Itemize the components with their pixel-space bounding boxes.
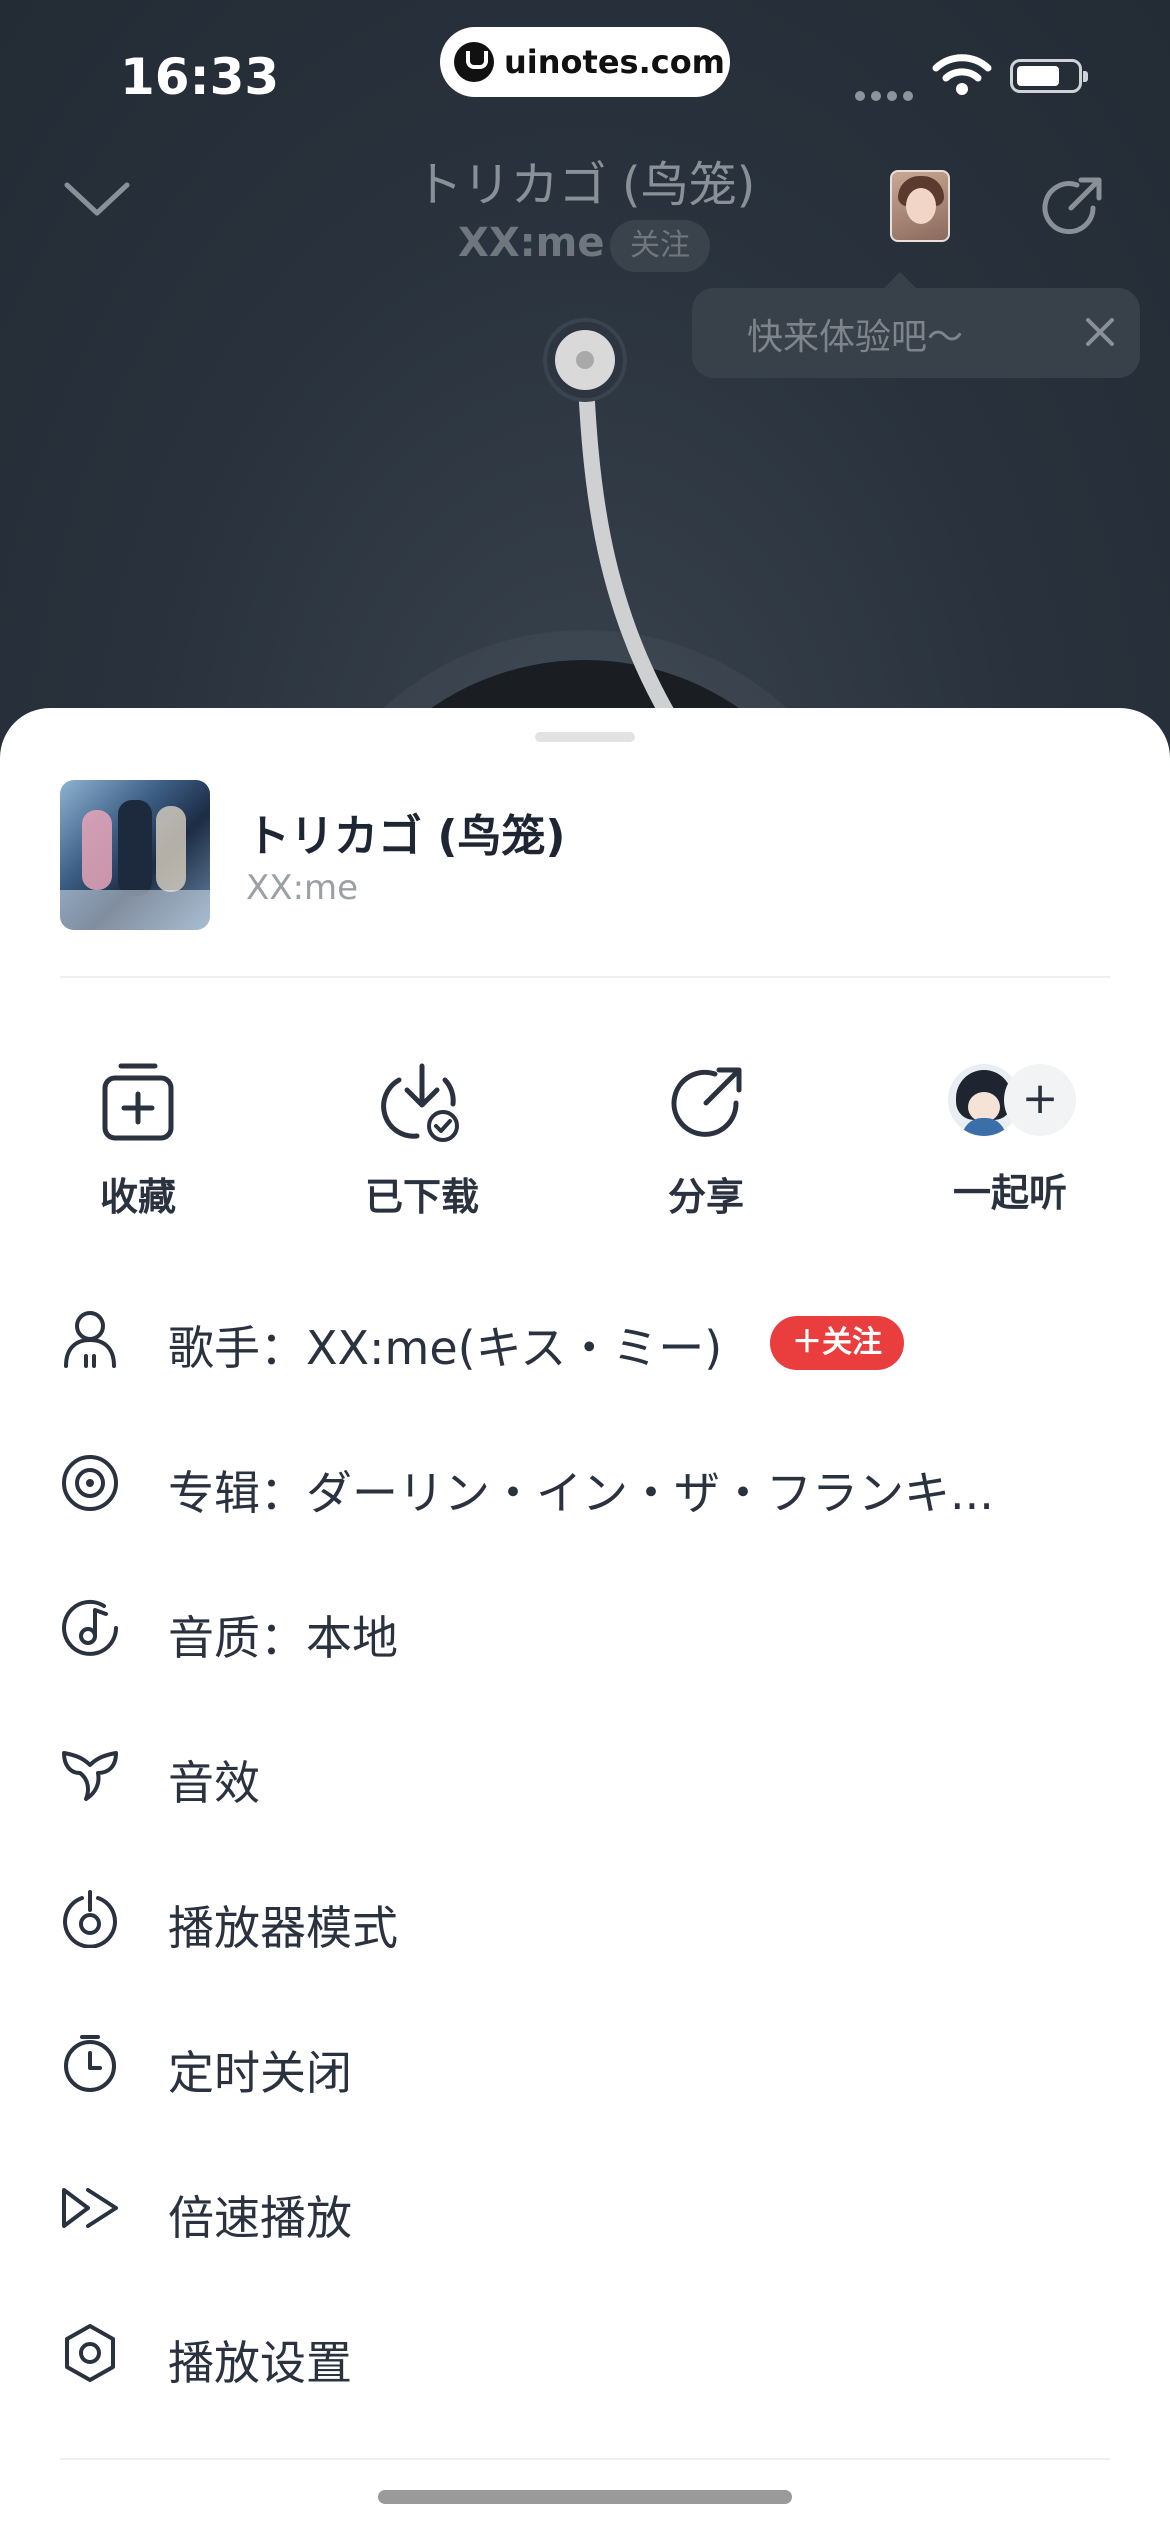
player-mode-icon [63, 1890, 117, 1948]
status-time: 16:33 [120, 48, 280, 106]
watermark: uinotes.com [440, 27, 730, 97]
battery-icon [1010, 59, 1088, 93]
menu-item-album[interactable]: 专辑：ダーリン・イン・ザ・フランキ... [0, 1433, 1170, 1533]
signal-icon [855, 86, 919, 105]
player-artist[interactable]: XX:me [458, 220, 604, 266]
wifi-icon [932, 54, 992, 95]
listen-together-button[interactable]: + 一起听 [910, 1058, 1110, 1217]
menu-item-sleep-timer[interactable]: 定时关闭 [0, 2013, 1170, 2113]
more-options-sheet: トリカゴ (鸟笼) XX:me 收藏 已下载 分享 + 一起听 歌手：XX:me… [0, 708, 1170, 2532]
menu-item-player-mode[interactable]: 播放器模式 [0, 1868, 1170, 1968]
tooltip-text: 快来体验吧～ [747, 317, 964, 358]
player-song-title: トリカゴ (鸟笼) [414, 157, 756, 213]
menu-item-label: 定时关闭 [168, 2046, 352, 2100]
divider [60, 2458, 1110, 2460]
downloaded-icon [381, 1063, 459, 1142]
live-avatar[interactable] [890, 170, 950, 242]
settings-icon [65, 2324, 115, 2382]
action-label: 已下载 [364, 1175, 479, 1219]
divider [60, 976, 1110, 978]
menu-item-playback-settings[interactable]: 播放设置 [0, 2303, 1170, 2403]
album-icon [62, 1455, 118, 1511]
follow-artist-button[interactable]: ＋关注 [770, 1316, 904, 1370]
collect-button[interactable]: 收藏 [38, 1058, 238, 1221]
quick-actions: 收藏 已下载 分享 + 一起听 [0, 1058, 1170, 1221]
tooltip[interactable]: 快来体验吧～ [692, 272, 1140, 378]
album-cover [60, 780, 210, 930]
add-to-playlist-icon [102, 1063, 174, 1141]
sheet-song-title: トリカゴ (鸟笼) [246, 811, 566, 862]
home-indicator[interactable] [378, 2490, 792, 2504]
share-icon[interactable] [1035, 172, 1107, 244]
listen-together-icon: + [900, 1058, 1100, 1148]
sound-quality-icon [62, 1599, 118, 1656]
action-label: 收藏 [99, 1175, 176, 1219]
menu-item-label: 音质：本地 [168, 1611, 398, 1665]
share-icon [671, 1067, 742, 1137]
menu-item-label: 播放设置 [168, 2336, 352, 2390]
sheet-song-artist: XX:me [246, 868, 359, 908]
singer-icon [64, 1311, 116, 1368]
timer-icon [64, 2035, 116, 2092]
downloaded-button[interactable]: 已下载 [322, 1058, 522, 1221]
close-icon[interactable] [1080, 312, 1120, 352]
menu-item-playback-speed[interactable]: 倍速播放 [0, 2158, 1170, 2258]
watermark-logo-icon [454, 42, 494, 82]
menu-item-label: 歌手：XX:me(キス・ミー) [168, 1321, 723, 1375]
menu-item-label: 播放器模式 [168, 1901, 398, 1955]
tonearm [543, 318, 678, 718]
menu-item-label: 音效 [168, 1756, 260, 1810]
share-button[interactable]: 分享 [606, 1058, 806, 1221]
menu-item-sound-quality[interactable]: 音质：本地 [0, 1578, 1170, 1678]
menu-item-singer[interactable]: 歌手：XX:me(キス・ミー) ＋关注 [0, 1288, 1170, 1388]
speed-icon [62, 2188, 118, 2228]
menu-item-label: 倍速播放 [168, 2191, 352, 2245]
action-label: 分享 [667, 1175, 744, 1219]
plus-icon: + [1004, 1064, 1076, 1136]
watermark-text: uinotes.com [504, 43, 726, 81]
menu-item-label: 专辑：ダーリン・イン・ザ・フランキ... [168, 1466, 994, 1520]
sheet-drag-handle[interactable] [535, 732, 635, 742]
action-label: 一起听 [952, 1171, 1067, 1215]
menu-item-sound-effect[interactable]: 音效 [0, 1723, 1170, 1823]
player-follow-button[interactable]: 关注 [610, 220, 710, 272]
sound-effect-icon [62, 1751, 118, 1801]
